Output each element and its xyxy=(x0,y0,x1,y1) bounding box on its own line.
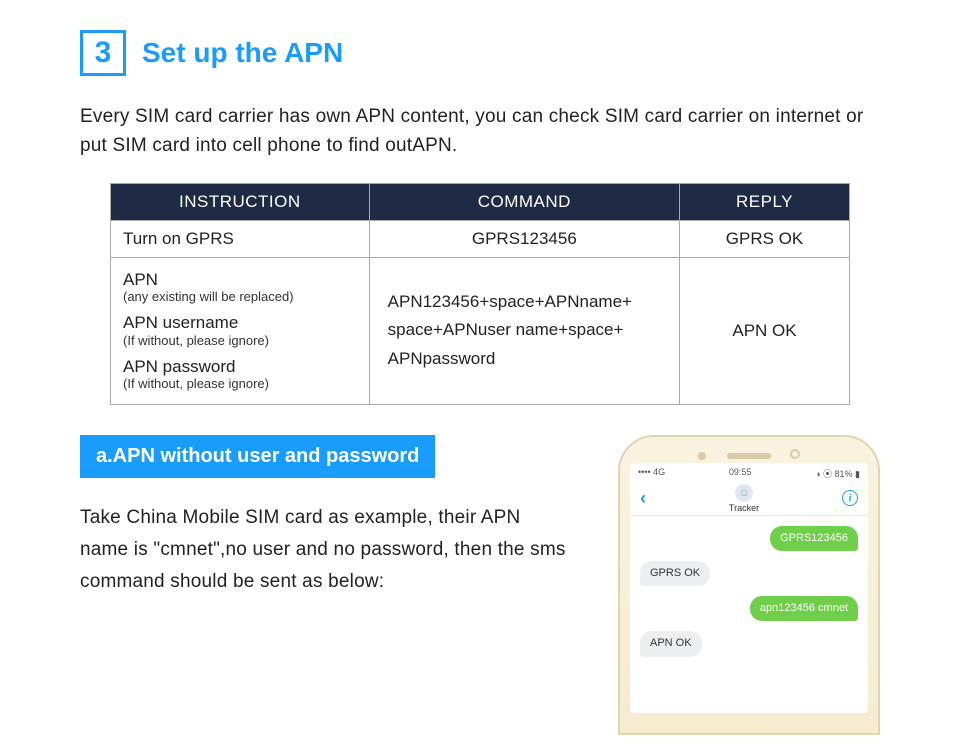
phone-mockup: •••• 4G 09:55 ◑ ⦿ 81% ▮ ‹ ☺ Tracker i GP… xyxy=(618,435,880,735)
instr-apn-user: APN username xyxy=(123,313,357,333)
cell-instruction: APN (any existing will be replaced) APN … xyxy=(111,257,370,404)
phone-screen: •••• 4G 09:55 ◑ ⦿ 81% ▮ ‹ ☺ Tracker i GP… xyxy=(630,463,868,713)
instr-apn-note: (any existing will be replaced) xyxy=(123,290,357,305)
nav-bar: ‹ ☺ Tracker i xyxy=(630,482,868,516)
th-instruction: INSTRUCTION xyxy=(111,183,370,220)
cell-reply: APN OK xyxy=(680,257,850,404)
instr-apn-pass: APN password xyxy=(123,357,357,377)
cell-reply: GPRS OK xyxy=(680,220,850,257)
cell-command: GPRS123456 xyxy=(369,220,679,257)
instr-apn-user-note: (If without, please ignore) xyxy=(123,334,357,349)
status-signal: •••• 4G xyxy=(638,467,665,480)
chat-thread: GPRS123456 GPRS OK apn123456 cmnet APN O… xyxy=(630,516,868,667)
phone-camera-icon xyxy=(698,452,706,460)
step-number-badge: 3 xyxy=(80,30,126,76)
instr-apn-pass-note: (If without, please ignore) xyxy=(123,377,357,392)
cmd-line: APNpassword xyxy=(388,345,667,374)
example-left: a.APN without user and password Take Chi… xyxy=(80,435,574,599)
step-title: Set up the APN xyxy=(142,37,343,69)
phone-speaker-icon xyxy=(727,453,771,459)
th-reply: REPLY xyxy=(680,183,850,220)
phone-sensor-icon xyxy=(790,449,800,459)
sub-heading: a.APN without user and password xyxy=(80,435,435,478)
cmd-line: APN123456+space+APNname+ xyxy=(388,288,667,317)
example-row: a.APN without user and password Take Chi… xyxy=(80,435,880,735)
contact-name: Tracker xyxy=(646,503,842,513)
cell-command: APN123456+space+APNname+ space+APNuser n… xyxy=(369,257,679,404)
table-row: Turn on GPRS GPRS123456 GPRS OK xyxy=(111,220,850,257)
avatar-icon: ☺ xyxy=(735,484,753,502)
command-table-wrap: INSTRUCTION COMMAND REPLY Turn on GPRS G… xyxy=(80,183,880,405)
status-time: 09:55 xyxy=(729,467,752,480)
msg-incoming: APN OK xyxy=(640,631,702,656)
intro-paragraph: Every SIM card carrier has own APN conte… xyxy=(80,102,880,161)
step-header: 3 Set up the APN xyxy=(80,30,880,76)
status-bar: •••• 4G 09:55 ◑ ⦿ 81% ▮ xyxy=(630,463,868,482)
status-battery: ◑ ⦿ 81% ▮ xyxy=(815,467,860,480)
msg-outgoing: GPRS123456 xyxy=(770,526,858,551)
cmd-line: space+APNuser name+space+ xyxy=(388,316,667,345)
instr-apn: APN xyxy=(123,270,357,290)
nav-center: ☺ Tracker xyxy=(646,484,842,513)
msg-incoming: GPRS OK xyxy=(640,561,710,586)
info-icon[interactable]: i xyxy=(842,490,858,506)
cell-instruction: Turn on GPRS xyxy=(111,220,370,257)
command-table: INSTRUCTION COMMAND REPLY Turn on GPRS G… xyxy=(110,183,850,405)
example-text: Take China Mobile SIM card as example, t… xyxy=(80,502,574,599)
msg-outgoing: apn123456 cmnet xyxy=(750,596,858,621)
table-row: APN (any existing will be replaced) APN … xyxy=(111,257,850,404)
th-command: COMMAND xyxy=(369,183,679,220)
